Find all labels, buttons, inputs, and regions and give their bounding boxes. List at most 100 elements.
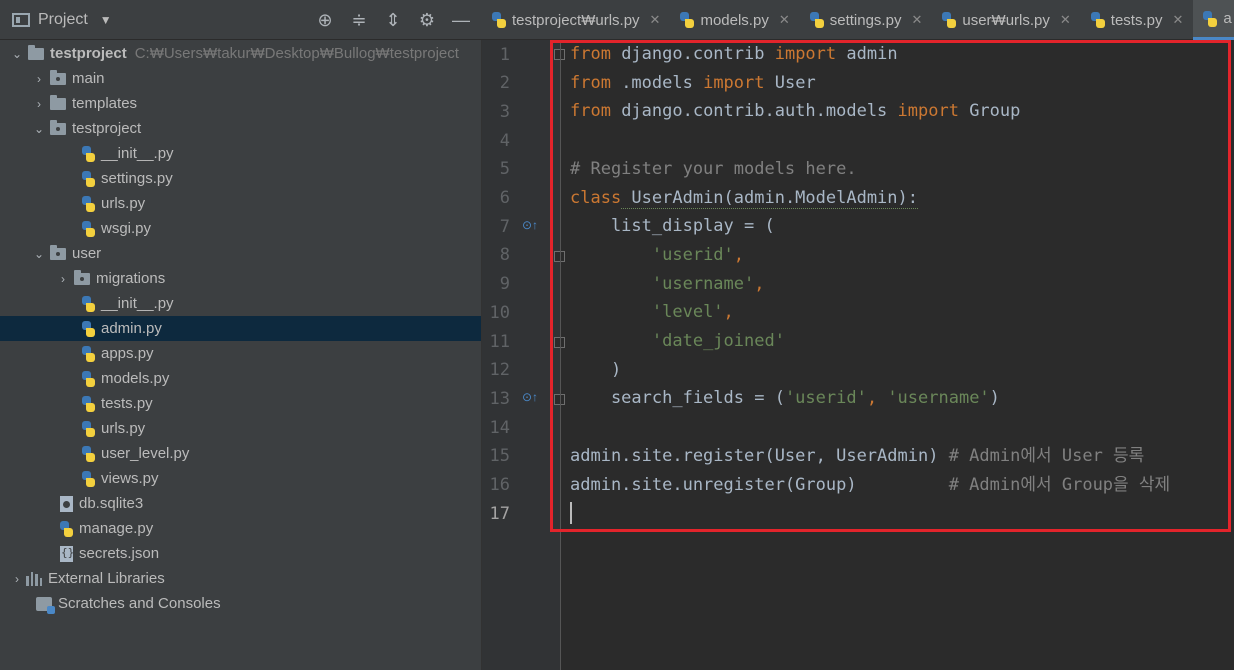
tab-admin[interactable]: a [1193,0,1234,40]
tree-file[interactable]: db.sqlite3 [0,491,539,516]
python-file-icon [82,445,95,462]
tree-file[interactable]: settings.py [0,166,561,191]
close-icon[interactable]: ✕ [911,12,922,28]
package-folder-icon [50,244,66,260]
tree-item-templates[interactable]: › templates [0,91,513,116]
folder-icon [50,94,66,110]
tree-file[interactable]: models.py [0,366,561,391]
tree-item-external-libraries[interactable]: › External Libraries [0,566,491,591]
chevron-right-icon[interactable]: › [56,272,70,286]
code-line-8: 'userid', [651,244,745,265]
python-file-icon [680,12,695,28]
tree-item-testproject[interactable]: ⌄ testproject [0,116,513,141]
python-file-icon [82,145,95,162]
code-editor[interactable]: 1 2 3 4 5 6 7 8 9 10 11 12 13 14 15 16 1… [482,40,1234,670]
code-line-2: from .models import User [570,72,816,93]
minimize-icon[interactable]: — [450,9,472,31]
python-file-icon [492,12,506,28]
root-path: C:₩Users₩takur₩Desktop₩Bullog₩testprojec… [134,45,459,62]
chevron-down-icon[interactable]: ⌄ [32,122,46,136]
python-file-icon [82,470,95,487]
chevron-down-icon[interactable]: ⌄ [10,47,24,61]
override-marker-icon[interactable]: ⊙↑ [522,390,540,408]
tree-file[interactable]: wsgi.py [0,216,561,241]
code-line-11: 'date_joined' [651,331,785,351]
json-file-icon [60,545,74,562]
tree-item-migrations[interactable]: › migrations [0,266,537,291]
python-file-icon [1203,10,1218,27]
chevron-down-icon[interactable]: ⌄ [32,247,46,261]
tree-item-user[interactable]: ⌄ user [0,241,513,266]
target-icon[interactable]: ⊕ [314,9,336,31]
tree-file[interactable]: __init__.py [0,141,561,166]
chevron-down-icon: ▼ [99,13,112,27]
package-folder-icon [74,269,90,285]
tree-file[interactable]: urls.py [0,416,561,441]
close-icon[interactable]: ✕ [1060,12,1071,28]
line-number: 4 [499,130,510,151]
python-file-icon [809,12,824,28]
tab-settings[interactable]: settings.py ✕ [800,0,933,40]
folder-icon [28,44,44,60]
python-file-icon [82,170,95,187]
close-icon[interactable]: ✕ [779,12,790,28]
python-file-icon [1090,12,1105,28]
tree-file[interactable]: urls.py [0,191,561,216]
tab-models[interactable]: models.py ✕ [670,0,799,40]
code-line-9: 'username', [651,273,765,294]
python-file-icon [82,295,95,312]
line-number: 6 [499,188,510,208]
tab-tests[interactable]: tests.py ✕ [1081,0,1194,40]
line-number: 5 [499,159,510,180]
code-line-1: from django.contrib import admin [570,44,898,64]
chevron-right-icon[interactable]: › [32,97,46,111]
code-line-5: # Register your models here. [570,158,857,179]
line-number: 3 [499,101,510,122]
tree-file[interactable]: secrets.json [0,541,539,566]
code-line-6: class UserAdmin(admin.ModelAdmin): [570,187,918,209]
tree-file[interactable]: user_level.py [0,441,561,466]
tree-item-scratches[interactable]: Scratches and Consoles [0,591,515,616]
tree-item-main[interactable]: › main [0,66,513,91]
python-file-icon [82,370,95,387]
code-line-3: from django.contrib.auth.models import G… [570,101,1021,122]
line-gutter: 1 2 3 4 5 6 7 8 9 10 11 12 13 14 15 16 1… [482,40,565,670]
tab-testproject-urls[interactable]: testproject₩urls.py ✕ [482,0,670,40]
collapse-icon[interactable]: ≑ [348,9,370,31]
line-number: 14 [489,417,510,438]
scratches-icon [36,596,55,614]
python-file-icon [942,12,957,28]
database-file-icon [60,495,73,512]
python-file-icon [82,195,95,212]
python-file-icon [82,320,95,337]
tree-file-selected[interactable]: admin.py [0,316,561,341]
expand-icon[interactable]: ⇕ [382,9,404,31]
close-icon[interactable]: ✕ [650,12,661,28]
line-number: 7 [499,216,510,237]
code-line-13: search_fields = ('userid', 'username') [570,388,1000,409]
tree-file[interactable]: views.py [0,466,561,491]
tree-file[interactable]: apps.py [0,341,561,366]
tree-root[interactable]: ⌄ testproject C:₩Users₩takur₩Desktop₩Bul… [0,41,491,66]
chevron-right-icon[interactable]: › [32,72,46,86]
code-line-7: list_display = ( [570,216,775,237]
python-file-icon [82,420,95,437]
code-line-10: 'level', [651,302,734,323]
line-number: 1 [499,44,510,65]
override-marker-icon[interactable]: ⊙↑ [522,218,540,236]
line-number: 8 [499,245,510,266]
chevron-right-icon[interactable]: › [10,572,24,586]
library-icon [26,571,42,586]
tree-file[interactable]: __init__.py [0,291,561,316]
line-number: 9 [499,274,510,295]
project-view-selector[interactable]: Project ▼ [12,0,112,40]
close-icon[interactable]: ✕ [1172,12,1183,28]
tree-file[interactable]: manage.py [0,516,539,541]
tree-file[interactable]: tests.py [0,391,561,416]
line-number: 2 [499,73,510,94]
code-line-15: admin.site.register(User, UserAdmin) # A… [570,445,1145,466]
gear-icon[interactable]: ⚙ [416,9,438,31]
python-file-icon [82,220,95,237]
tab-user-urls[interactable]: user₩urls.py ✕ [932,0,1080,40]
project-window-icon [12,13,30,27]
